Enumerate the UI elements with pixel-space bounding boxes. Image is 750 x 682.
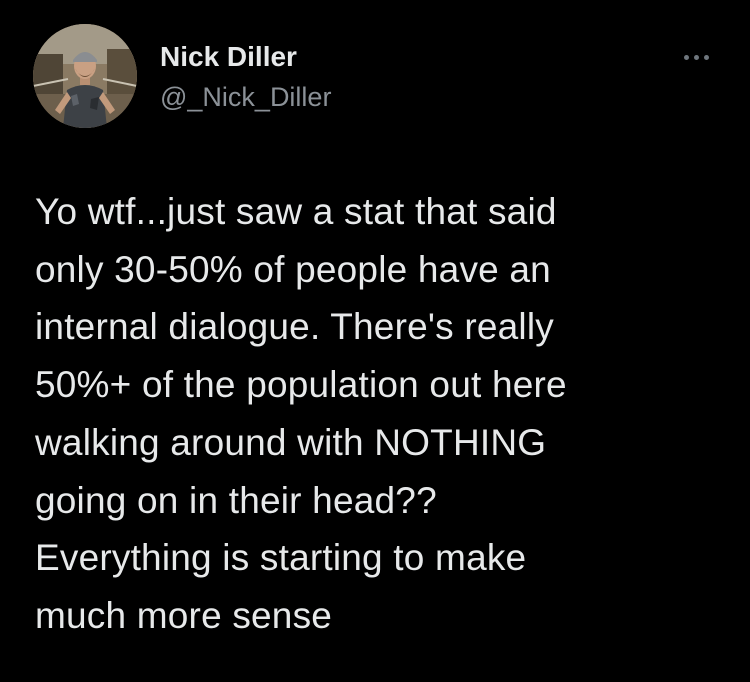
more-horizontal-icon-dot	[703, 54, 709, 60]
more-options-button[interactable]	[676, 46, 716, 68]
author-handle[interactable]: @_Nick_Diller	[160, 80, 331, 114]
more-horizontal-icon-dot	[693, 54, 699, 60]
author-display-name[interactable]: Nick Diller	[160, 40, 331, 74]
avatar-image	[33, 24, 137, 128]
author-info: Nick Diller @_Nick_Diller	[160, 40, 331, 114]
tweet-card: Nick Diller @_Nick_Diller Yo wtf...just …	[0, 0, 750, 682]
avatar[interactable]	[33, 24, 137, 128]
tweet-text: Yo wtf...just saw a stat that said only …	[35, 191, 567, 636]
more-horizontal-icon	[683, 54, 689, 60]
